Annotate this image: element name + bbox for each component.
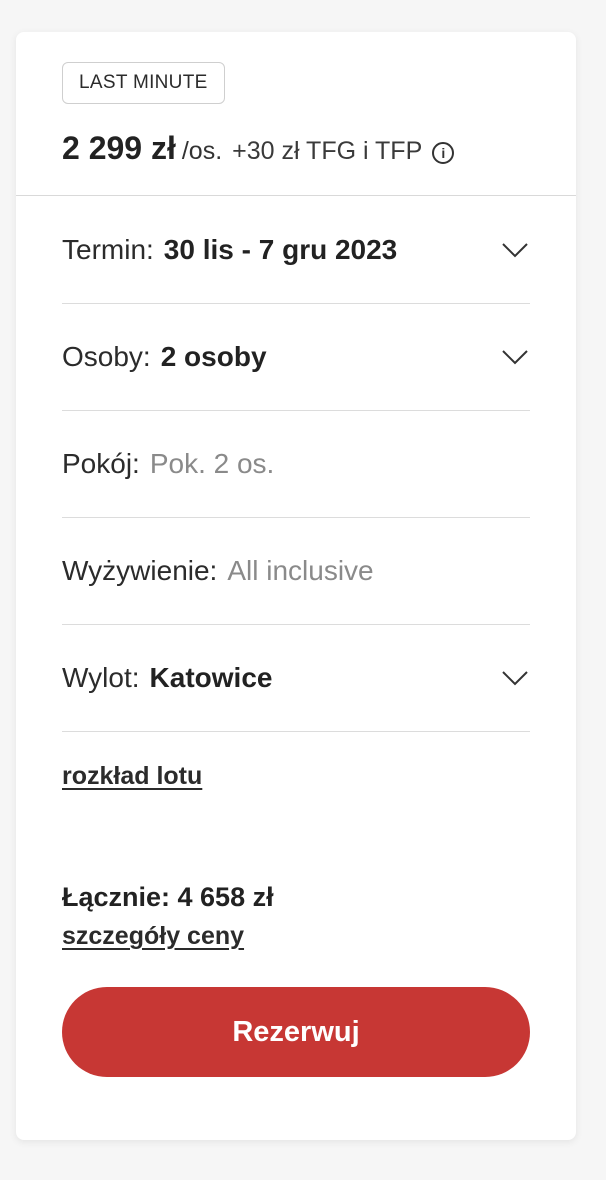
per-person-unit: /os. xyxy=(181,137,223,165)
board-field: Wyżywienie: All inclusive xyxy=(62,518,530,625)
book-button[interactable]: Rezerwuj xyxy=(62,987,530,1077)
board-label: Wyżywienie: xyxy=(62,555,218,586)
room-label: Pokój: xyxy=(62,448,140,479)
price-per-person: 2 299 zł xyxy=(62,130,176,166)
term-selector[interactable]: Termin: 30 lis - 7 gru 2023 xyxy=(62,197,530,304)
booking-fields: Termin: 30 lis - 7 gru 2023 Osoby: 2 osoby… xyxy=(62,197,530,732)
price-details-link[interactable]: szczegóły ceny xyxy=(62,922,244,951)
departure-selector[interactable]: Wylot: Katowice xyxy=(62,625,530,732)
people-value: 2 osoby xyxy=(160,341,267,372)
term-label: Termin: xyxy=(62,234,154,265)
chevron-down-icon[interactable] xyxy=(502,349,528,365)
people-label: Osoby: xyxy=(62,341,151,372)
booking-card: LAST MINUTE 2 299 zł /os. +30 zł TFG i T… xyxy=(16,32,576,1140)
board-value: All inclusive xyxy=(227,555,374,586)
chevron-down-icon[interactable] xyxy=(502,242,528,258)
total-price: Łącznie: 4 658 zł xyxy=(62,882,274,912)
departure-label: Wylot: xyxy=(62,662,140,693)
price-line: 2 299 zł /os. +30 zł TFG i TFP i xyxy=(62,130,455,167)
chevron-down-icon[interactable] xyxy=(502,670,528,686)
extra-fee: +30 zł TFG i TFP xyxy=(232,137,423,165)
room-field: Pokój: Pok. 2 os. xyxy=(62,411,530,518)
term-value: 30 lis - 7 gru 2023 xyxy=(163,234,398,265)
offer-header: LAST MINUTE 2 299 zł /os. +30 zł TFG i T… xyxy=(16,32,576,196)
info-icon[interactable]: i xyxy=(432,142,455,164)
departure-value: Katowice xyxy=(149,662,273,693)
room-value: Pok. 2 os. xyxy=(149,448,275,479)
people-selector[interactable]: Osoby: 2 osoby xyxy=(62,304,530,411)
last-minute-badge: LAST MINUTE xyxy=(62,62,225,104)
flight-schedule-link[interactable]: rozkład lotu xyxy=(62,762,202,791)
